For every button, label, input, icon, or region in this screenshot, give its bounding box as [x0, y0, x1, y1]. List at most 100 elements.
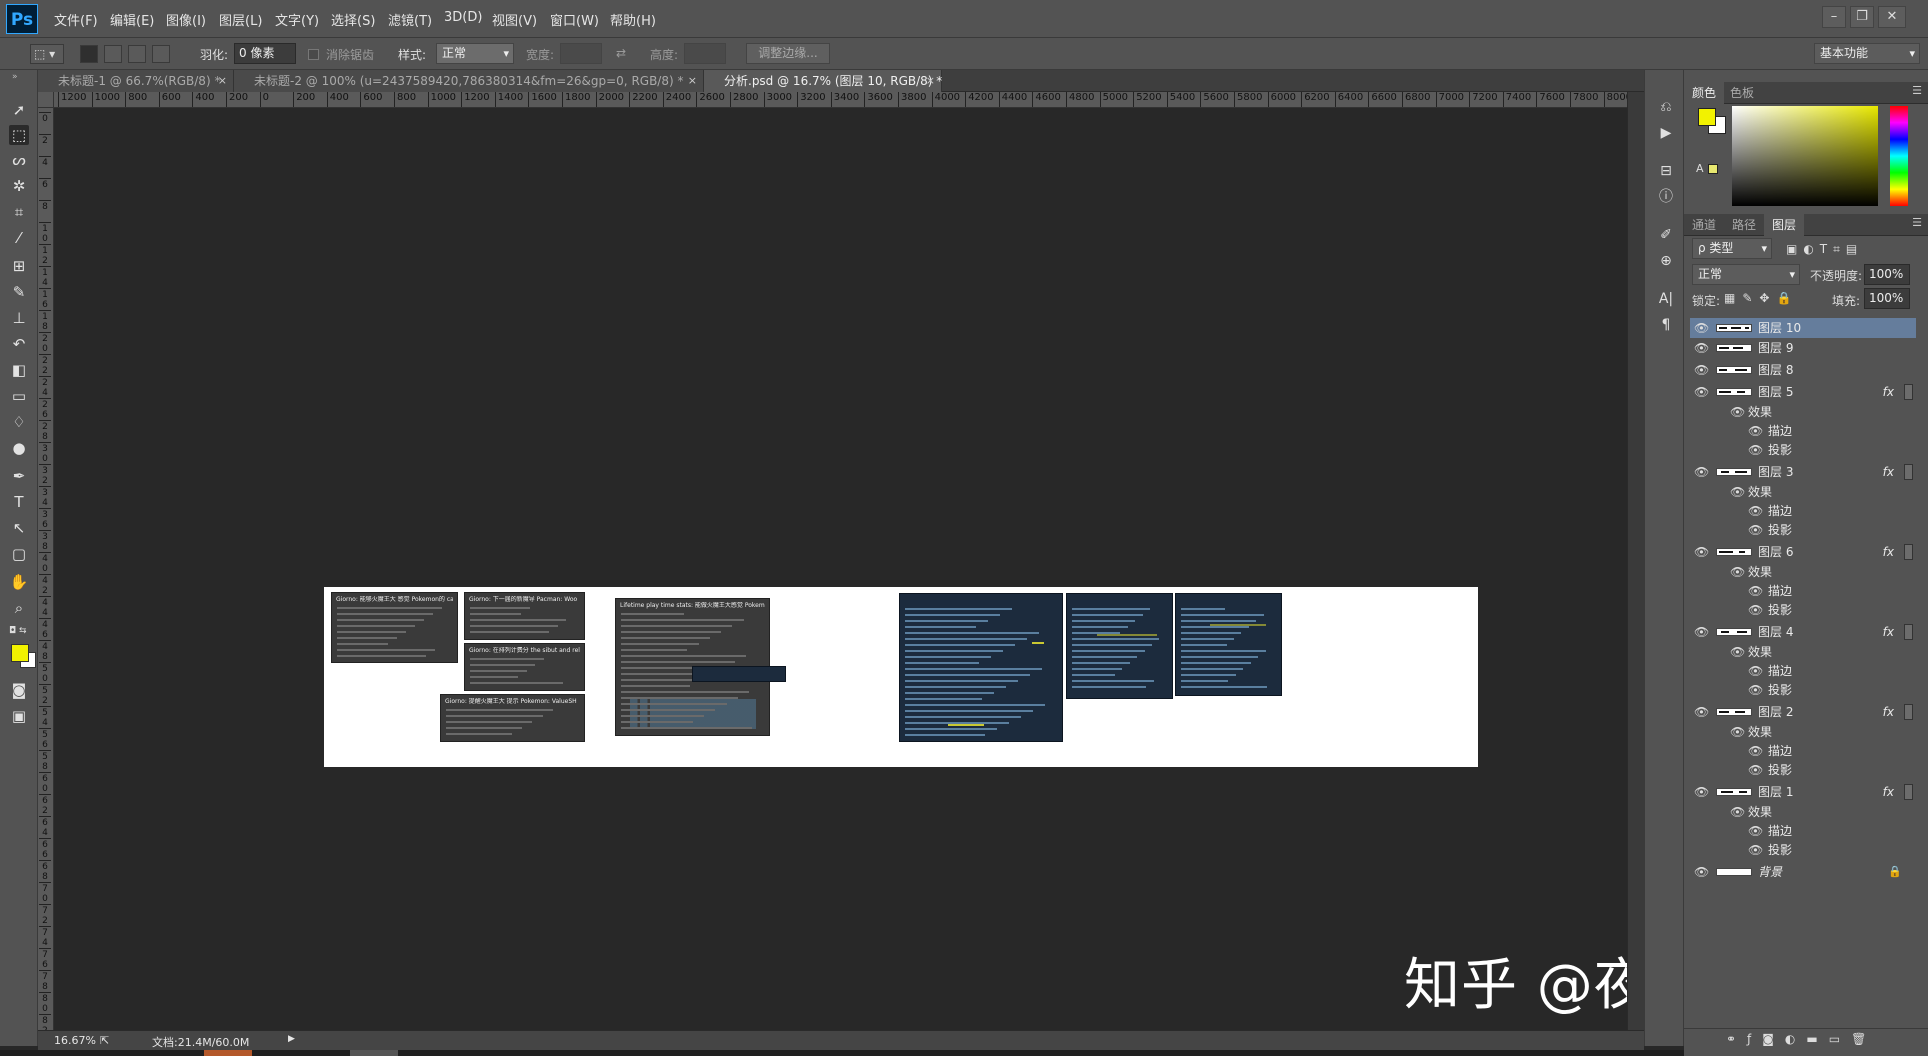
screen-mode-icon[interactable]: ▣: [9, 706, 29, 726]
type-tool-icon[interactable]: T: [9, 492, 29, 512]
character-panel-icon[interactable]: A|: [1657, 290, 1675, 308]
expand-arrow-icon[interactable]: [1904, 624, 1913, 640]
visibility-eye-icon[interactable]: 👁: [1748, 421, 1763, 441]
layer-row[interactable]: 👁 图层 9: [1690, 338, 1916, 358]
properties-panel-icon[interactable]: ⊟: [1657, 162, 1675, 180]
horizontal-ruler[interactable]: 1200 1000 800 600 400 200 0 200 400 600 800 1000 120…: [54, 92, 1627, 108]
fx-icon[interactable]: fx: [1883, 782, 1894, 802]
feather-input[interactable]: 0 像素: [234, 43, 296, 64]
color-spectrum[interactable]: [1732, 106, 1878, 206]
visibility-eye-icon[interactable]: 👁: [1748, 520, 1763, 540]
taskbar-app[interactable]: [204, 1050, 252, 1056]
path-selection-tool-icon[interactable]: ↖: [9, 518, 29, 538]
minimize-icon[interactable]: –: [1822, 6, 1846, 28]
expand-arrow-icon[interactable]: [1904, 784, 1913, 800]
quick-mask-icon[interactable]: ◙: [9, 680, 29, 700]
blur-tool-icon[interactable]: ♢: [9, 412, 29, 432]
visibility-eye-icon[interactable]: 👁: [1694, 382, 1709, 402]
tab-layers[interactable]: 图层: [1764, 214, 1805, 236]
history-brush-tool-icon[interactable]: ↶: [9, 334, 29, 354]
fill-input[interactable]: 100%: [1864, 288, 1910, 309]
taskbar-app[interactable]: [350, 1050, 398, 1056]
expand-arrow-icon[interactable]: [1904, 384, 1913, 400]
fx-icon[interactable]: fx: [1883, 462, 1894, 482]
visibility-eye-icon[interactable]: 👁: [1748, 680, 1763, 700]
visibility-eye-icon[interactable]: 👁: [1748, 661, 1763, 681]
vertical-scrollbar[interactable]: [1627, 92, 1644, 1036]
export-icon[interactable]: ⇱: [100, 1034, 109, 1047]
style-select[interactable]: 正常: [436, 43, 514, 64]
layer-row[interactable]: 👁 图层 10: [1690, 318, 1916, 338]
visibility-eye-icon[interactable]: 👁: [1748, 821, 1763, 841]
marquee-tool-icon[interactable]: ⬚: [9, 125, 29, 145]
close-tab-icon[interactable]: ×: [688, 70, 697, 92]
crop-tool-icon[interactable]: ⌗: [9, 202, 29, 222]
tab-untitled-1[interactable]: 未标题-1 @ 66.7%(RGB/8) * ×: [38, 70, 234, 92]
visibility-eye-icon[interactable]: 👁: [1748, 581, 1763, 601]
close-window-icon[interactable]: ✕: [1878, 6, 1906, 28]
height-input[interactable]: [684, 43, 726, 64]
close-tab-icon[interactable]: ×: [218, 70, 227, 92]
pen-tool-icon[interactable]: ✒: [9, 466, 29, 486]
layer-row[interactable]: 👁 背景 🔒: [1690, 862, 1916, 882]
tab-swatches[interactable]: 色板: [1722, 82, 1762, 104]
add-selection-icon[interactable]: [104, 45, 122, 63]
antialias-checkbox[interactable]: [308, 49, 319, 60]
menu-help[interactable]: 帮助(H): [610, 10, 656, 29]
visibility-eye-icon[interactable]: 👁: [1694, 622, 1709, 642]
layer-row[interactable]: 👁 图层 2 fx: [1690, 702, 1916, 722]
layer-row[interactable]: 👁 图层 8: [1690, 360, 1916, 380]
subtract-selection-icon[interactable]: [128, 45, 146, 63]
paragraph-panel-icon[interactable]: ¶: [1657, 316, 1675, 334]
visibility-eye-icon[interactable]: 👁: [1748, 501, 1763, 521]
visibility-eye-icon[interactable]: 👁: [1748, 440, 1763, 460]
tab-color[interactable]: 颜色: [1684, 82, 1725, 104]
eyedropper-tool-icon[interactable]: ⁄: [9, 228, 29, 248]
visibility-eye-icon[interactable]: 👁: [1694, 318, 1709, 338]
document-canvas[interactable]: Giorno: 能够火魔王大 感觉 Pokemon的 capturam Gior…: [324, 587, 1478, 767]
lock-icons[interactable]: ▦✎✥🔒: [1724, 291, 1798, 305]
move-tool-icon[interactable]: ➚: [9, 100, 29, 120]
history-panel-icon[interactable]: ⎌: [1657, 98, 1675, 116]
layer-filter-icons[interactable]: ▣◐T⌗▤: [1786, 242, 1863, 257]
visibility-eye-icon[interactable]: 👁: [1694, 360, 1709, 380]
expand-arrow-icon[interactable]: [1904, 544, 1913, 560]
clone-stamp-tool-icon[interactable]: ⊥: [9, 308, 29, 328]
fx-icon[interactable]: fx: [1883, 382, 1894, 402]
intersect-selection-icon[interactable]: [152, 45, 170, 63]
visibility-eye-icon[interactable]: 👁: [1730, 562, 1745, 582]
tab-paths[interactable]: 路径: [1724, 214, 1764, 236]
menu-type[interactable]: 文字(Y): [275, 10, 319, 29]
healing-brush-tool-icon[interactable]: ⊞: [9, 256, 29, 276]
collapse-toolbar-icon[interactable]: »: [12, 72, 18, 82]
layer-filter-select[interactable]: ρ 类型: [1692, 238, 1772, 259]
panel-menu-icon[interactable]: ☰: [1912, 216, 1922, 229]
status-menu-arrow-icon[interactable]: ▶: [288, 1034, 295, 1044]
workspace-select[interactable]: 基本功能: [1814, 43, 1920, 64]
visibility-eye-icon[interactable]: 👁: [1730, 802, 1745, 822]
gradient-tool-icon[interactable]: ▭: [9, 386, 29, 406]
visibility-eye-icon[interactable]: 👁: [1748, 760, 1763, 780]
visibility-eye-icon[interactable]: 👁: [1748, 741, 1763, 761]
fx-icon[interactable]: fx: [1883, 542, 1894, 562]
refine-edge-button[interactable]: 调整边缘...: [746, 43, 830, 64]
expand-arrow-icon[interactable]: [1904, 464, 1913, 480]
visibility-eye-icon[interactable]: 👁: [1694, 462, 1709, 482]
layer-footer-icons[interactable]: ⚭ƒ◙◐▬▭🗑: [1726, 1032, 1877, 1046]
layer-row[interactable]: 👁 图层 6 fx: [1690, 542, 1916, 562]
new-selection-icon[interactable]: [80, 45, 98, 63]
default-colors-icon[interactable]: ◘ ⇆: [9, 626, 27, 636]
zoom-tool-icon[interactable]: ⌕: [9, 598, 29, 618]
visibility-eye-icon[interactable]: 👁: [1694, 862, 1709, 882]
visibility-eye-icon[interactable]: 👁: [1694, 782, 1709, 802]
foreground-color-swatch[interactable]: [11, 644, 29, 662]
layer-row[interactable]: 👁 图层 1 fx: [1690, 782, 1916, 802]
tool-preset-picker[interactable]: ⬚ ▾: [30, 44, 64, 64]
menu-image[interactable]: 图像(I): [166, 10, 206, 29]
width-input[interactable]: [560, 43, 602, 64]
panel-menu-icon[interactable]: ☰: [1912, 84, 1922, 97]
menu-window[interactable]: 窗口(W): [550, 10, 599, 29]
restore-icon[interactable]: ❐: [1850, 6, 1874, 28]
visibility-eye-icon[interactable]: 👁: [1694, 542, 1709, 562]
tab-untitled-2[interactable]: 未标题-2 @ 100% (u=2437589420,786380314&fm=…: [234, 70, 704, 92]
